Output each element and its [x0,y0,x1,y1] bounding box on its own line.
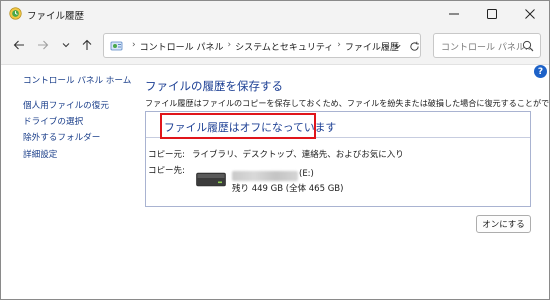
forward-button[interactable] [35,37,51,53]
breadcrumb-system-security[interactable]: システムとセキュリティ [235,40,333,53]
status-panel: ファイル履歴はオフになっています コピー元: ライブラリ、デスクトップ、連絡先、… [145,111,531,207]
control-panel-icon [110,41,123,51]
drive-name-redacted [232,171,298,181]
up-button[interactable] [79,37,95,53]
back-button[interactable] [11,37,27,53]
breadcrumb: › コントロール パネル › システムとセキュリティ › ファイル履歴 [128,40,399,53]
minimize-icon [449,13,459,15]
window-title: ファイル履歴 [27,11,85,22]
sidebar-item-restore-files[interactable]: 個人用ファイルの復元 [23,99,109,111]
address-bar[interactable]: › コントロール パネル › システムとセキュリティ › ファイル履歴 [103,33,421,58]
address-dropdown-button[interactable] [390,39,404,53]
file-history-app-icon [9,7,22,20]
highlight-box [160,113,316,139]
search-input[interactable]: コントロール パネル... [433,33,541,58]
sidebar-item-exclude-folders[interactable]: 除外するフォルダー [23,131,100,143]
maximize-icon [487,9,497,19]
drive-free-space: 残り 449 GB (全体 465 GB) [232,184,344,194]
turn-on-button[interactable]: オンにする [476,215,531,233]
minimize-button[interactable] [435,1,473,27]
recent-locations-button[interactable] [58,37,74,53]
copy-from-value: ライブラリ、デスクトップ、連絡先、およびお気に入り [192,150,404,160]
chevron-down-icon [393,44,401,48]
maximize-button[interactable] [473,1,511,27]
copy-from-label: コピー元: [148,150,185,160]
sidebar-item-select-drive[interactable]: ドライブの選択 [23,115,83,127]
close-icon [525,9,535,19]
close-button[interactable] [511,1,549,27]
breadcrumb-separator: › [132,40,136,50]
hard-drive-icon [196,172,226,187]
title-bar: ファイル履歴 [1,1,549,27]
arrow-up-icon [82,39,92,50]
arrow-right-icon [38,40,49,50]
page-description: ファイル履歴はファイルのコピーを保存しておくため、ファイルを紛失または破損した場… [145,98,550,108]
search-placeholder: コントロール パネル... [441,43,534,53]
content-area: コントロール パネル ホーム 個人用ファイルの復元 ドライブの選択 除外するフォ… [1,65,550,299]
refresh-icon [409,41,419,51]
help-icon[interactable]: ? [534,65,547,78]
navigation-bar: › コントロール パネル › システムとセキュリティ › ファイル履歴 コントロ… [1,27,549,65]
file-history-window: ファイル履歴 › コントロール パネル › システムとセキュリティ › ファイル… [0,0,550,300]
page-title: ファイルの履歴を保存する [145,79,283,93]
arrow-left-icon [13,40,24,50]
copy-to-label: コピー先: [148,166,185,176]
breadcrumb-separator[interactable]: › [337,40,341,53]
breadcrumb-control-panel[interactable]: コントロール パネル [140,40,224,53]
sidebar-control-panel-home[interactable]: コントロール パネル ホーム [23,74,131,86]
search-icon[interactable] [522,40,534,52]
breadcrumb-separator[interactable]: › [227,40,231,53]
refresh-button[interactable] [407,39,421,53]
chevron-down-icon [62,43,70,48]
drive-letter: (E:) [299,169,314,179]
sidebar-item-advanced-settings[interactable]: 詳細設定 [23,148,57,160]
